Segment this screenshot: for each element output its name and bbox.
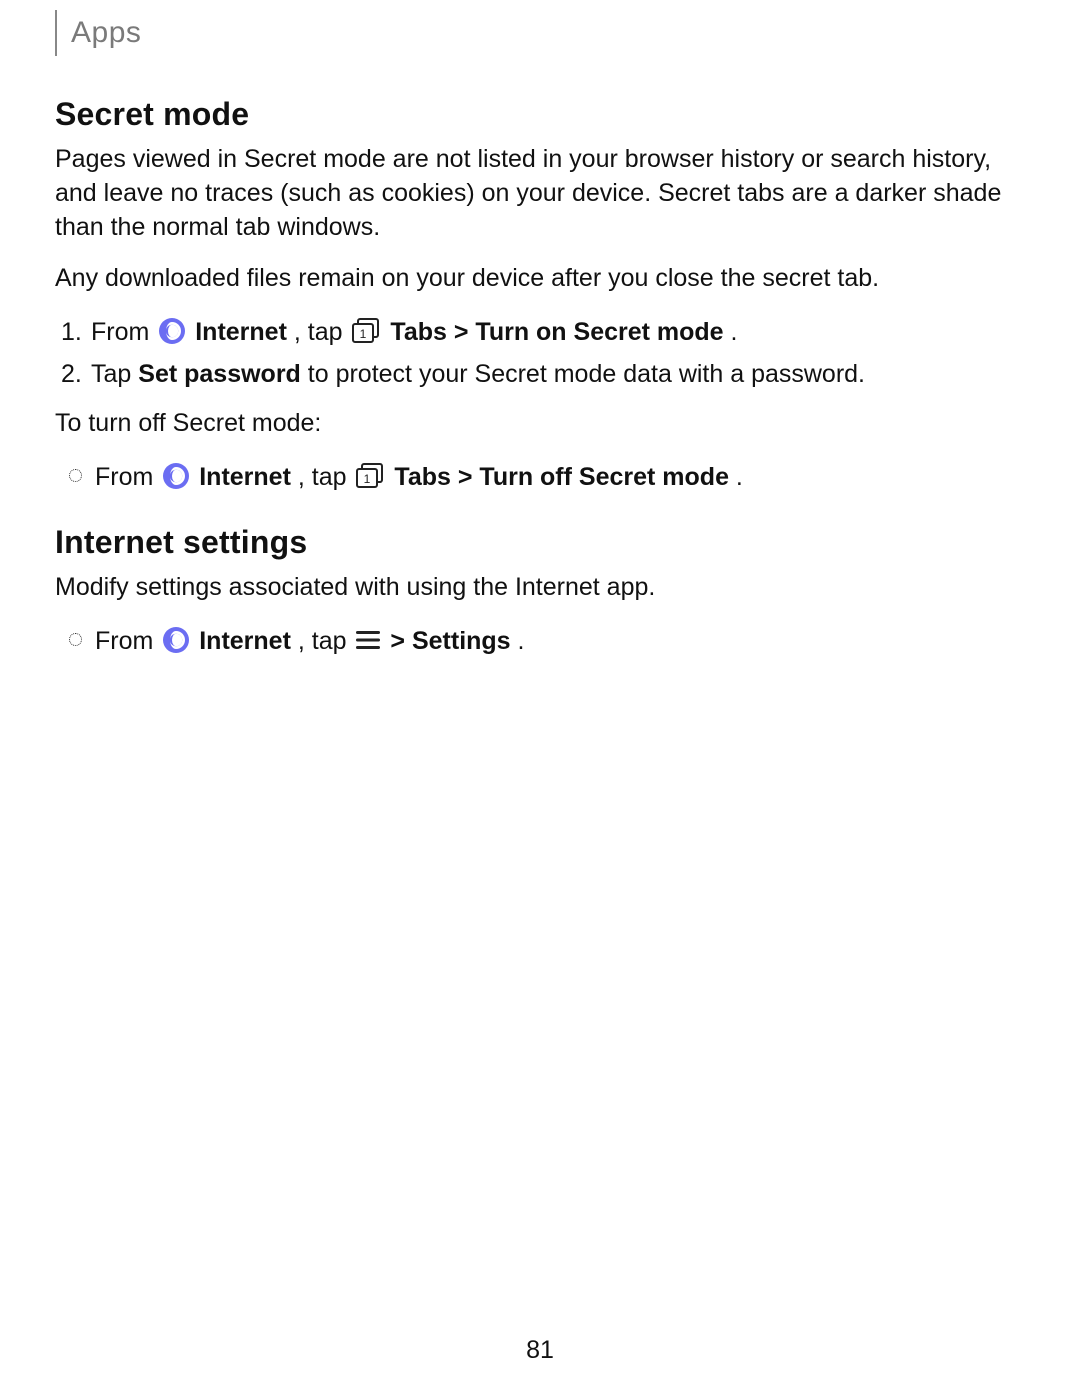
is-text-c: . <box>518 627 525 655</box>
heading-internet-settings: Internet settings <box>55 524 1025 561</box>
turn-off-item: From Internet , tap 1 Tabs > Turn off <box>95 459 1025 497</box>
secret-mode-para-1: Pages viewed in Secret mode are not list… <box>55 143 1025 244</box>
tabs-icon: 1 <box>351 318 381 344</box>
is-text-b: , tap <box>298 627 354 655</box>
step-1: 1. From Internet , tap 1 Tabs > <box>91 314 1025 352</box>
page-header: Apps <box>55 0 1025 56</box>
svg-text:1: 1 <box>364 472 371 486</box>
document-page: Apps Secret mode Pages viewed in Secret … <box>0 0 1080 1397</box>
is-text-a: From <box>95 627 160 655</box>
step-number: 2. <box>61 356 82 394</box>
step-2-text-a: Tap <box>91 360 138 388</box>
is-internet: Internet <box>199 627 291 655</box>
tabs-icon: 1 <box>355 463 385 489</box>
off-text-b: , tap <box>298 463 354 491</box>
off-tabs-path: Tabs > Turn off Secret mode <box>394 463 729 491</box>
step-2: 2. Tap Set password to protect your Secr… <box>91 356 1025 394</box>
step-number: 1. <box>61 314 82 352</box>
step-2-set-password: Set password <box>138 360 301 388</box>
step-1-text-a: From <box>91 318 156 346</box>
off-text-a: From <box>95 463 160 491</box>
internet-settings-list: From Internet , tap > Settings <box>55 623 1025 661</box>
header-label: Apps <box>71 16 141 50</box>
step-1-text-c: . <box>731 318 738 346</box>
secret-mode-steps: 1. From Internet , tap 1 Tabs > <box>55 314 1025 393</box>
off-internet: Internet <box>199 463 291 491</box>
turn-off-intro: To turn off Secret mode: <box>55 407 1025 441</box>
header-rule <box>55 10 57 56</box>
internet-app-icon <box>158 317 186 345</box>
is-settings-path: > Settings <box>390 627 510 655</box>
secret-mode-para-2: Any downloaded files remain on your devi… <box>55 262 1025 296</box>
internet-settings-item: From Internet , tap > Settings <box>95 623 1025 661</box>
internet-settings-para: Modify settings associated with using th… <box>55 571 1025 605</box>
page-number: 81 <box>0 1336 1080 1365</box>
step-1-tabs-path: Tabs > Turn on Secret mode <box>390 318 723 346</box>
turn-off-list: From Internet , tap 1 Tabs > Turn off <box>55 459 1025 497</box>
step-1-internet: Internet <box>195 318 287 346</box>
internet-app-icon <box>162 626 190 654</box>
off-text-c: . <box>736 463 743 491</box>
internet-app-icon <box>162 462 190 490</box>
step-2-text-b: to protect your Secret mode data with a … <box>308 360 865 388</box>
svg-text:1: 1 <box>360 327 367 341</box>
step-1-text-b: , tap <box>294 318 350 346</box>
heading-secret-mode: Secret mode <box>55 96 1025 133</box>
menu-icon <box>355 629 381 651</box>
